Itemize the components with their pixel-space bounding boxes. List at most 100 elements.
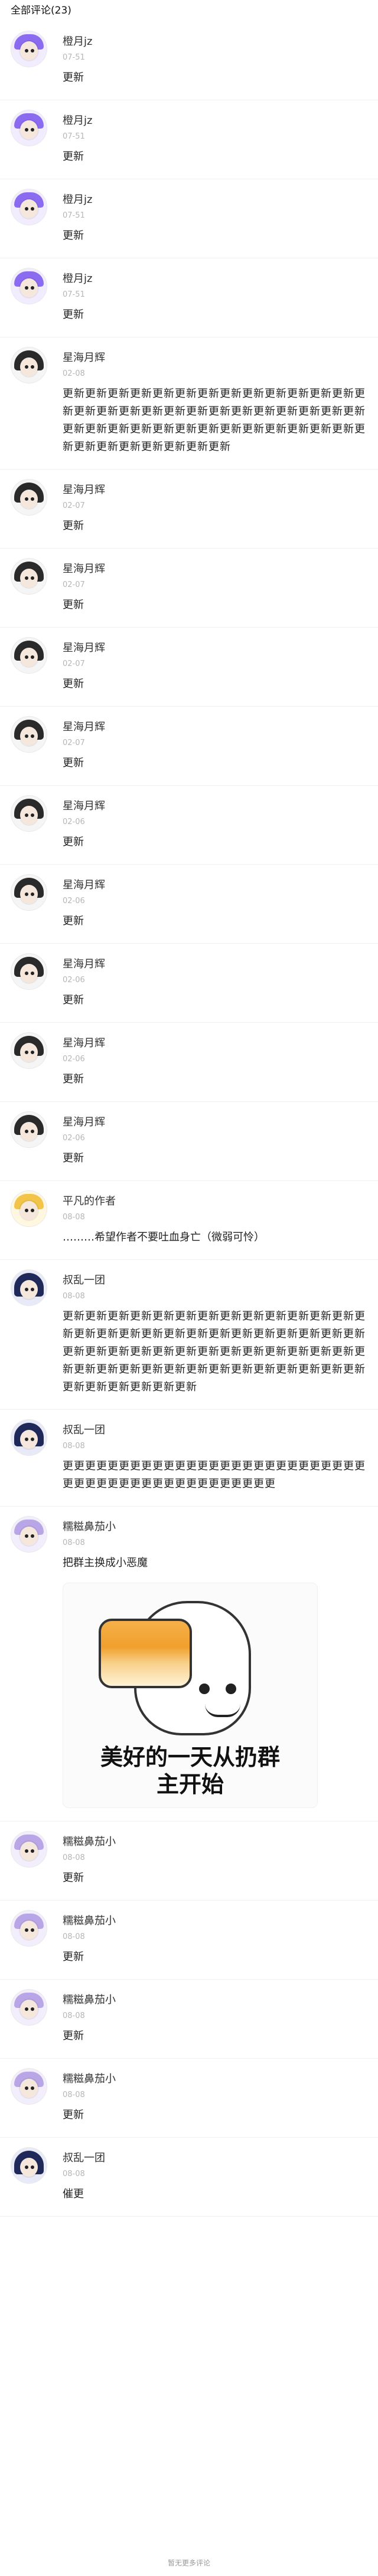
comment-time: 02-08 [63,369,85,378]
avatar[interactable] [11,110,47,146]
commenter-name[interactable]: 糯糍鼻茄小 [63,1833,367,1849]
commenter-name[interactable]: 平凡的作者 [63,1193,367,1208]
avatar[interactable] [11,1190,47,1227]
commenter-name[interactable]: 叔乱一团 [63,1272,367,1287]
comment-text: 更新 [63,2109,84,2121]
comment-time: 02-06 [63,1055,85,1064]
comment-text: 更新 [63,2030,84,2042]
avatar-eye-right [31,365,34,369]
avatar[interactable] [11,1269,47,1306]
avatar-eye-right [31,1928,34,1932]
commenter-name[interactable]: 橙月jz [63,270,367,286]
avatar[interactable] [11,31,47,67]
avatar[interactable] [11,795,47,832]
comment-body: 糯糍鼻茄小 08-08 更新 [63,1989,367,2045]
avatar-eye-left [25,1534,28,1538]
avatar[interactable] [11,189,47,225]
avatar[interactable] [11,1032,47,1069]
comment-time: 02-07 [63,580,85,589]
comment-text: 把群主换成小恶魔 [63,1557,148,1569]
avatar[interactable] [11,1910,47,1947]
commenter-name[interactable]: 叔乱一团 [63,1422,367,1437]
comment-text: 更新 [63,150,84,163]
commenter-name[interactable]: 星海月辉 [63,560,367,576]
avatar[interactable] [11,1989,47,2026]
comment-body: 橙月jz 07-51 更新 [63,189,367,245]
comment-time: 08-08 [63,1932,85,1941]
comment-body: 星海月辉 02-06 更新 [63,953,367,1009]
commenter-name[interactable]: 星海月辉 [63,1035,367,1050]
avatar[interactable] [11,2147,47,2184]
commenter-name[interactable]: 糯糍鼻茄小 [63,1912,367,1928]
avatar[interactable] [11,1516,47,1553]
avatar[interactable] [11,479,47,516]
avatar[interactable] [11,953,47,990]
avatar-face [20,964,38,983]
comment-text: 更新 [63,757,84,769]
commenter-name[interactable]: 糯糍鼻茄小 [63,1518,367,1534]
comment-time: 08-08 [63,1292,85,1301]
avatar-eye-left [25,1130,28,1133]
commenter-name[interactable]: 星海月辉 [63,956,367,971]
avatar[interactable] [11,268,47,304]
comment-text: 更新 [63,229,84,242]
avatar-eye-right [31,1288,34,1291]
avatar-eye-right [31,972,34,975]
avatar-eye-right [31,1438,34,1441]
comment-item: 星海月辉 02-06 更新 [0,944,378,1023]
commenter-name[interactable]: 星海月辉 [63,877,367,892]
sticker-image[interactable]: 美好的一天从扔群 主开始 [63,1583,318,1808]
avatar-eye-right [31,49,34,52]
avatar[interactable] [11,1111,47,1148]
avatar-face [20,648,38,667]
avatar[interactable] [11,1831,47,1868]
commenter-name[interactable]: 星海月辉 [63,798,367,813]
comment-item: 橙月jz 07-51 更新 [0,21,378,100]
commenter-name[interactable]: 星海月辉 [63,718,367,734]
commenter-name[interactable]: 糯糍鼻茄小 [63,1991,367,2007]
avatar[interactable] [11,716,47,753]
commenter-name[interactable]: 糯糍鼻茄小 [63,2070,367,2086]
comment-time: 07-51 [63,290,85,299]
commenter-name[interactable]: 星海月辉 [63,481,367,497]
avatar[interactable] [11,874,47,911]
avatar[interactable] [11,2068,47,2105]
avatar[interactable] [11,1419,47,1456]
commenter-name[interactable]: 星海月辉 [63,639,367,655]
comment-body: 橙月jz 07-51 更新 [63,31,367,87]
avatar-face [20,1527,38,1545]
commenter-name[interactable]: 星海月辉 [63,349,367,365]
avatar-eye-left [25,497,28,501]
commenter-name[interactable]: 叔乱一团 [63,2150,367,2165]
avatar-face [20,2000,38,2019]
comment-item: 橙月jz 07-51 更新 [0,258,378,337]
commenter-name[interactable]: 橙月jz [63,33,367,48]
avatar[interactable] [11,637,47,674]
comment-time: 02-06 [63,897,85,905]
comment-body: 星海月辉 02-06 更新 [63,1032,367,1088]
comment-body: 糯糍鼻茄小 08-08 把群主换成小恶魔 美好的一天从扔群 主开始 [63,1516,367,1808]
comment-body: 叔乱一团 08-08 更新更新更新更新更新更新更新更新更新更新更新更新更新更新更新更… [63,1269,367,1396]
commenter-name[interactable]: 橙月jz [63,112,367,127]
comment-body: 星海月辉 02-07 更新 [63,558,367,614]
comment-item: 橙月jz 07-51 更新 [0,100,378,179]
avatar-eye-left [25,813,28,817]
commenter-name[interactable]: 星海月辉 [63,1114,367,1129]
commenter-name[interactable]: 橙月jz [63,191,367,206]
comment-item: 平凡的作者 08-08 ………希望作者不要吐血身亡（微弱可怜） [0,1181,378,1260]
avatar[interactable] [11,347,47,383]
avatar-eye-right [31,892,34,896]
comment-body: 叔乱一团 08-08 催更 [63,2147,367,2203]
avatar[interactable] [11,558,47,595]
avatar-face [20,2158,38,2177]
comment-item: 糯糍鼻茄小 08-08 把群主换成小恶魔 美好的一天从扔群 主开始 [0,1507,378,1822]
comment-item: 叔乱一团 08-08 更新更新更新更新更新更新更新更新更新更新更新更新更新更新更新更… [0,1260,378,1410]
comment-time: 08-08 [63,2091,85,2099]
avatar-eye-left [25,1438,28,1441]
comment-body: 糯糍鼻茄小 08-08 更新 [63,2068,367,2124]
avatar-eye-left [25,207,28,211]
comment-time: 08-08 [63,1213,85,1222]
avatar-eye-right [31,576,34,580]
comment-text: 更新 [63,994,84,1006]
comment-item: 星海月辉 02-06 更新 [0,1102,378,1181]
